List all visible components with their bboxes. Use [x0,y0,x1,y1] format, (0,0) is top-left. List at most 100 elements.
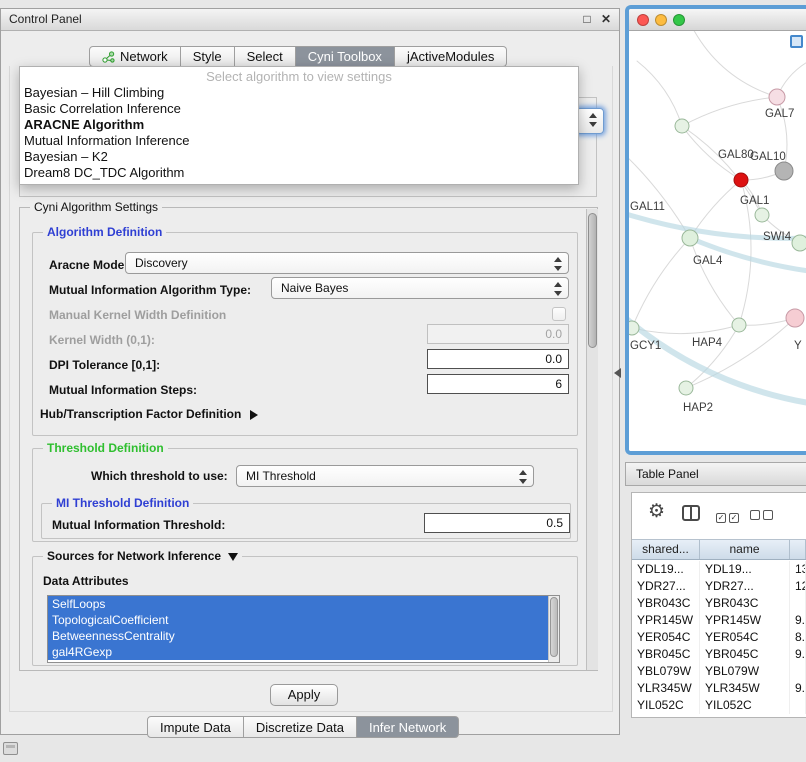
tab-select[interactable]: Select [235,46,296,67]
select-all-icon[interactable]: ✓✓ [716,509,742,523]
node-label: Y [794,340,802,352]
tab-style[interactable]: Style [181,46,235,67]
network-node[interactable] [679,381,693,395]
close-icon[interactable]: ✕ [601,12,611,26]
column-header[interactable] [790,540,806,559]
mi-threshold-field[interactable]: 0.5 [424,513,570,533]
column-header[interactable]: shared... [632,540,700,559]
hub-definition-label: Hub/Transcription Factor Definition [40,407,241,421]
table-toolbar: ⚙ ✓✓ [632,493,806,539]
algorithm-option[interactable]: ARACNE Algorithm [20,117,578,133]
tab-discretize-data[interactable]: Discretize Data [244,716,357,738]
close-traffic-button[interactable] [637,14,649,26]
network-node[interactable] [675,119,689,133]
table-panel-titlebar[interactable]: Table Panel [625,462,806,486]
table-cell: 9. [790,646,806,663]
network-edge[interactable] [632,238,690,328]
scrollbar-thumb[interactable] [550,597,558,657]
network-window-titlebar[interactable] [629,9,806,31]
table-row[interactable]: YDL19...YDL19...13 [632,561,806,578]
table-row[interactable]: YDR27...YDR27...12 [632,578,806,595]
table-row[interactable]: YLR345WYLR345W9. [632,680,806,697]
table-row[interactable]: YBR045CYBR045C9. [632,646,806,663]
mi-steps-field[interactable]: 6 [427,374,569,394]
network-edge[interactable] [689,31,777,97]
table-row[interactable]: YBR043CYBR043C [632,595,806,612]
algorithm-combobox[interactable] [576,108,604,134]
table-cell: YDL19... [632,561,700,578]
node-label: HAP4 [692,337,723,349]
unchecked-box-icon [750,510,760,520]
network-edge[interactable] [637,61,682,126]
network-node[interactable] [682,230,698,246]
split-pane-collapse-icon[interactable] [614,368,621,378]
control-panel-titlebar[interactable]: Control Panel □ ✕ [1,9,619,31]
network-node[interactable] [755,208,769,222]
table-panel: ⚙ ✓✓ shared...name YDL19...YDL19...13YDR… [631,492,806,718]
birdseye-toggle-icon[interactable] [790,35,803,48]
algorithm-option[interactable]: Bayesian – K2 [20,149,578,165]
tab-impute-data[interactable]: Impute Data [147,716,244,738]
hub-definition-toggle[interactable]: Hub/Transcription Factor Definition [40,406,258,422]
expand-arrow-icon[interactable] [250,410,258,420]
attribute-item[interactable]: SelfLoops [48,596,548,612]
combo-value: MI Threshold [246,469,316,483]
collapse-arrow-icon[interactable] [228,553,238,561]
panel-dock-icon[interactable] [3,742,18,755]
tab-infer-network[interactable]: Infer Network [357,716,459,738]
threshold-select[interactable]: MI Threshold [236,465,534,487]
gear-icon[interactable]: ⚙ [648,501,665,523]
manual-kernel-checkbox[interactable] [552,307,566,321]
deselect-all-icon[interactable] [750,509,776,523]
algorithm-definition-title: Algorithm Definition [43,225,166,239]
algorithm-option[interactable]: Mutual Information Inference [20,133,578,149]
network-canvas[interactable]: GAL7GAL80GAL10GAL11GAL1SWI4GAL4GCY1HAP4Y… [629,31,806,451]
manual-kernel-label: Manual Kernel Width Definition [49,307,226,323]
network-node[interactable] [786,309,804,327]
mi-steps-label: Mutual Information Steps: [49,382,197,398]
table-row[interactable]: YIL052CYIL052C [632,697,806,714]
float-window-icon[interactable]: □ [583,12,590,26]
network-node[interactable] [732,318,746,332]
apply-button[interactable]: Apply [270,684,338,706]
table-row[interactable]: YPR145WYPR145W9. [632,612,806,629]
network-node[interactable] [769,89,785,105]
data-attributes-list[interactable]: SelfLoopsTopologicalCoefficientBetweenne… [47,595,560,663]
attribute-item[interactable]: TopologicalCoefficient [48,612,548,628]
network-edge[interactable] [682,97,777,126]
attribute-item[interactable]: BetweennessCentrality [48,628,548,644]
column-header[interactable]: name [700,540,790,559]
sources-toggle[interactable]: Sources for Network Inference [43,549,242,563]
network-edge[interactable] [629,316,806,403]
attribute-item[interactable]: gal4RGexp [48,644,548,660]
dpi-tolerance-field[interactable]: 0.0 [427,349,569,369]
network-node[interactable] [775,162,793,180]
network-node[interactable] [734,173,748,187]
algorithm-option[interactable]: Basic Correlation Inference [20,101,578,117]
table-cell: YBL079W [632,663,700,680]
settings-scrollbar[interactable] [586,209,598,670]
algorithm-option[interactable]: Dream8 DC_TDC Algorithm [20,165,578,181]
stepper-icon [519,469,528,485]
scrollbar-thumb[interactable] [588,213,597,348]
aracne-mode-select[interactable]: Discovery [125,252,569,274]
tab-network[interactable]: Network [89,46,181,67]
zoom-traffic-button[interactable] [673,14,685,26]
minimize-traffic-button[interactable] [655,14,667,26]
mi-algorithm-type-select[interactable]: Naive Bayes [271,277,569,299]
table-cell: YDR27... [700,578,790,595]
table-row[interactable]: YER054CYER054C8. [632,629,806,646]
network-node[interactable] [792,235,806,251]
tab-cyni-toolbox[interactable]: Cyni Toolbox [296,46,395,67]
kernel-width-field[interactable]: 0.0 [427,324,569,344]
network-view-window: GAL7GAL80GAL10GAL11GAL1SWI4GAL4GCY1HAP4Y… [625,5,806,455]
algorithm-option[interactable]: Bayesian – Hill Climbing [20,85,578,101]
network-node[interactable] [629,321,639,335]
list-scrollbar[interactable] [548,596,559,662]
sources-group: Sources for Network Inference Data Attri… [32,556,578,666]
table-row[interactable]: YBL079WYBL079W [632,663,806,680]
tab-jactivemodules[interactable]: jActiveModules [395,46,507,67]
control-panel-tabs: NetworkStyleSelectCyni ToolboxjActiveMod… [89,46,507,67]
column-manager-icon[interactable] [682,505,700,521]
table-cell: YER054C [632,629,700,646]
